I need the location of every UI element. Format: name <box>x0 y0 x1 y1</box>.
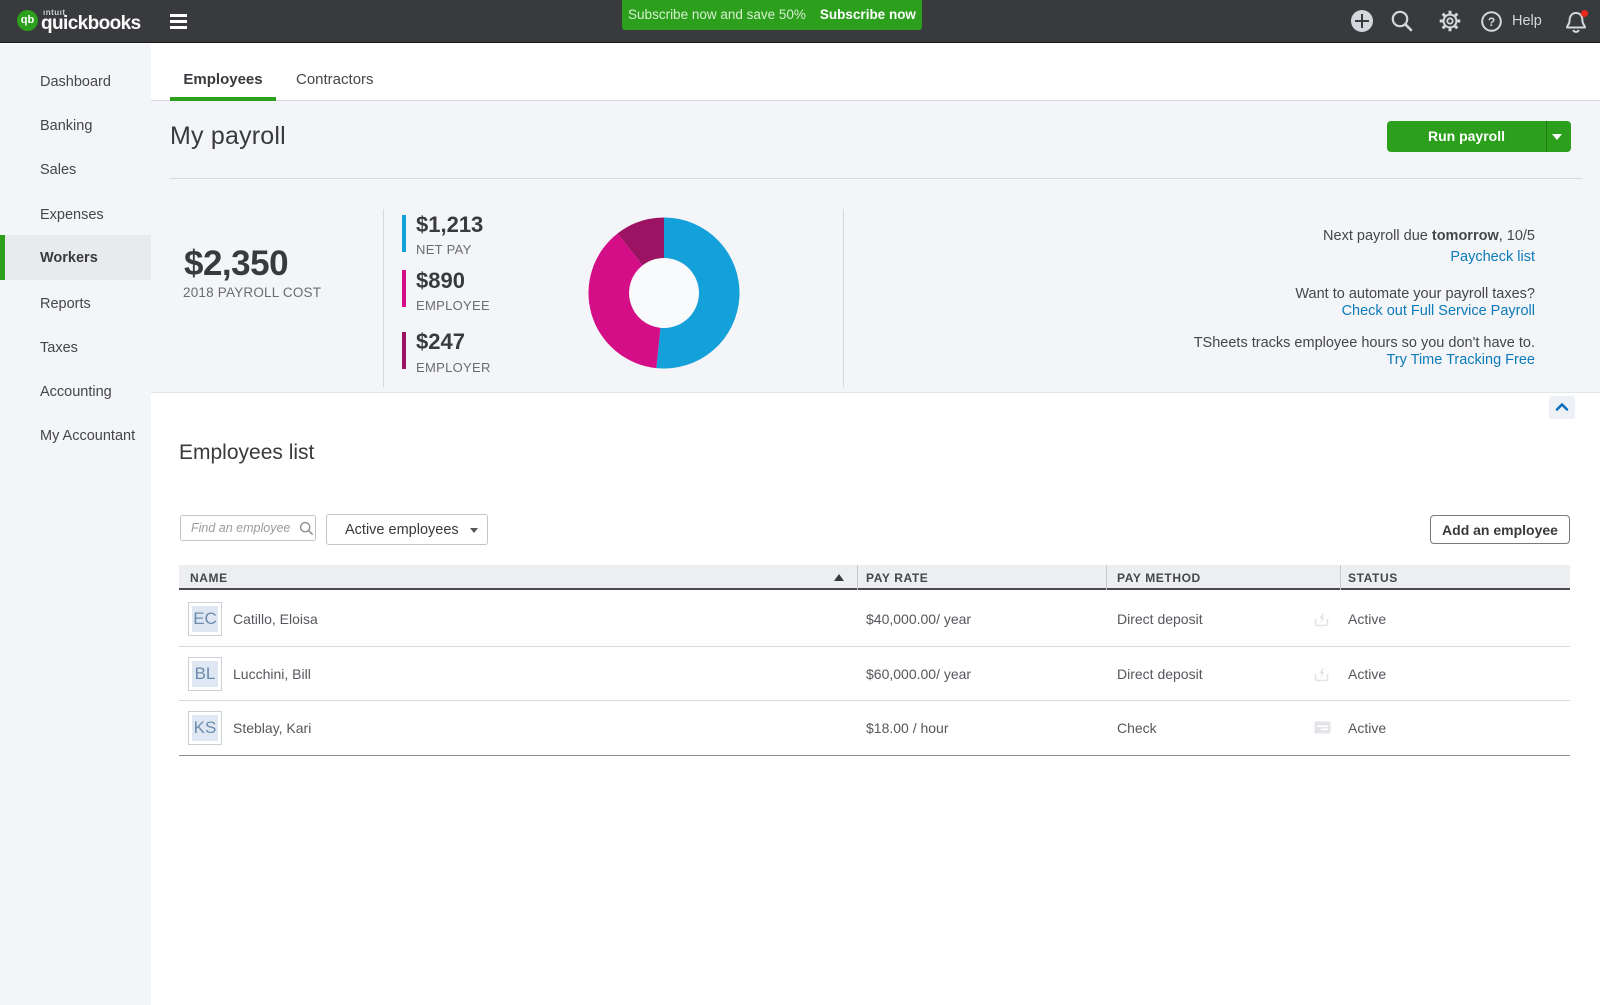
svg-text:?: ? <box>1488 15 1495 29</box>
